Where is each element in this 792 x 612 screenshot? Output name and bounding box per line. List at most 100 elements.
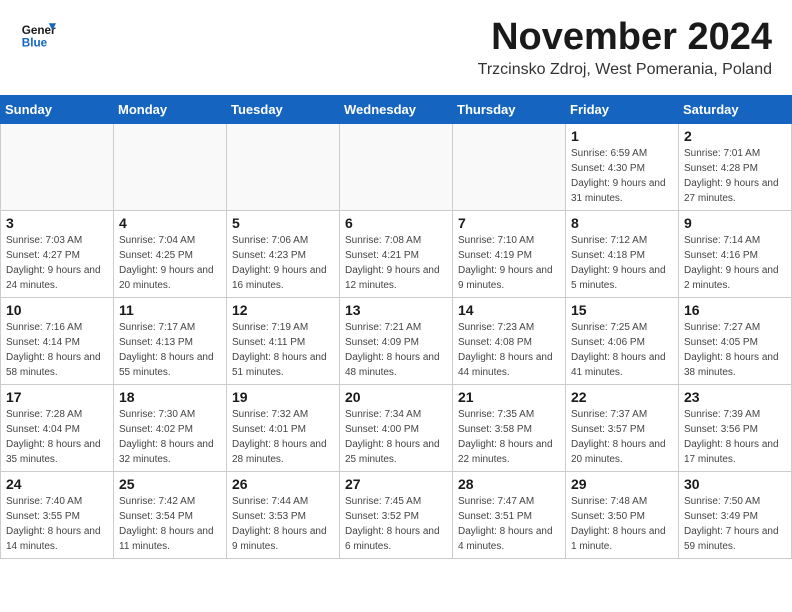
day-info: Sunrise: 7:47 AM Sunset: 3:51 PM Dayligh…	[458, 494, 560, 554]
calendar-day-cell: 8 Sunrise: 7:12 AM Sunset: 4:18 PM Daylig…	[566, 211, 679, 298]
calendar-day-cell: 14 Sunrise: 7:23 AM Sunset: 4:08 PM Dayli…	[453, 298, 566, 385]
day-number: 2	[684, 128, 786, 144]
day-info: Sunrise: 7:50 AM Sunset: 3:49 PM Dayligh…	[684, 494, 786, 554]
day-info: Sunrise: 7:35 AM Sunset: 3:58 PM Dayligh…	[458, 407, 560, 467]
day-info: Sunrise: 7:27 AM Sunset: 4:05 PM Dayligh…	[684, 320, 786, 380]
day-number: 14	[458, 302, 560, 318]
weekday-header-cell: Saturday	[679, 96, 792, 124]
calendar-day-cell: 9Sunrise: 7:14 AM Sunset: 4:16 PM Daylig…	[679, 211, 792, 298]
day-info: Sunrise: 7:04 AM Sunset: 4:25 PM Dayligh…	[119, 233, 221, 293]
calendar-day-cell	[114, 124, 227, 211]
location: Trzcinsko Zdroj, West Pomerania, Poland	[20, 61, 772, 79]
calendar-day-cell: 27 Sunrise: 7:45 AM Sunset: 3:52 PM Dayli…	[340, 472, 453, 559]
calendar-day-cell: 28Sunrise: 7:47 AM Sunset: 3:51 PM Dayli…	[453, 472, 566, 559]
day-number: 15	[571, 302, 673, 318]
calendar-day-cell: 18Sunrise: 7:30 AM Sunset: 4:02 PM Dayli…	[114, 385, 227, 472]
day-number: 17	[6, 389, 108, 405]
calendar-day-cell: 16 Sunrise: 7:27 AM Sunset: 4:05 PM Dayli…	[679, 298, 792, 385]
weekday-header-cell: Friday	[566, 96, 679, 124]
calendar-body: 1 Sunrise: 6:59 AM Sunset: 4:30 PM Daylig…	[1, 124, 792, 559]
calendar-day-cell: 4 Sunrise: 7:04 AM Sunset: 4:25 PM Daylig…	[114, 211, 227, 298]
day-number: 26	[232, 476, 334, 492]
day-info: Sunrise: 7:44 AM Sunset: 3:53 PM Dayligh…	[232, 494, 334, 554]
day-info: Sunrise: 7:37 AM Sunset: 3:57 PM Dayligh…	[571, 407, 673, 467]
day-number: 24	[6, 476, 108, 492]
day-info: Sunrise: 7:34 AM Sunset: 4:00 PM Dayligh…	[345, 407, 447, 467]
calendar-day-cell: 23 Sunrise: 7:39 AM Sunset: 3:56 PM Dayli…	[679, 385, 792, 472]
day-info: Sunrise: 7:25 AM Sunset: 4:06 PM Dayligh…	[571, 320, 673, 380]
day-info: Sunrise: 7:30 AM Sunset: 4:02 PM Dayligh…	[119, 407, 221, 467]
day-info: Sunrise: 7:48 AM Sunset: 3:50 PM Dayligh…	[571, 494, 673, 554]
calendar-day-cell: 6 Sunrise: 7:08 AM Sunset: 4:21 PM Daylig…	[340, 211, 453, 298]
calendar-day-cell	[227, 124, 340, 211]
day-info: Sunrise: 7:28 AM Sunset: 4:04 PM Dayligh…	[6, 407, 108, 467]
calendar-day-cell: 12Sunrise: 7:19 AM Sunset: 4:11 PM Dayli…	[227, 298, 340, 385]
day-number: 20	[345, 389, 447, 405]
calendar-day-cell	[453, 124, 566, 211]
calendar-day-cell: 26 Sunrise: 7:44 AM Sunset: 3:53 PM Dayli…	[227, 472, 340, 559]
calendar-week-row: 10 Sunrise: 7:16 AM Sunset: 4:14 PM Dayli…	[1, 298, 792, 385]
calendar-day-cell: 30 Sunrise: 7:50 AM Sunset: 3:49 PM Dayli…	[679, 472, 792, 559]
day-info: Sunrise: 7:10 AM Sunset: 4:19 PM Dayligh…	[458, 233, 560, 293]
day-number: 9	[684, 215, 786, 231]
calendar-day-cell: 5Sunrise: 7:06 AM Sunset: 4:23 PM Daylig…	[227, 211, 340, 298]
calendar-day-cell: 21 Sunrise: 7:35 AM Sunset: 3:58 PM Dayli…	[453, 385, 566, 472]
day-info: Sunrise: 7:01 AM Sunset: 4:28 PM Dayligh…	[684, 146, 786, 206]
calendar-day-cell: 3 Sunrise: 7:03 AM Sunset: 4:27 PM Daylig…	[1, 211, 114, 298]
day-info: Sunrise: 7:23 AM Sunset: 4:08 PM Dayligh…	[458, 320, 560, 380]
day-info: Sunrise: 7:08 AM Sunset: 4:21 PM Dayligh…	[345, 233, 447, 293]
day-info: Sunrise: 7:40 AM Sunset: 3:55 PM Dayligh…	[6, 494, 108, 554]
calendar-day-cell: 10 Sunrise: 7:16 AM Sunset: 4:14 PM Dayli…	[1, 298, 114, 385]
day-number: 4	[119, 215, 221, 231]
calendar-day-cell: 19 Sunrise: 7:32 AM Sunset: 4:01 PM Dayli…	[227, 385, 340, 472]
day-number: 29	[571, 476, 673, 492]
day-info: Sunrise: 7:42 AM Sunset: 3:54 PM Dayligh…	[119, 494, 221, 554]
day-info: Sunrise: 7:12 AM Sunset: 4:18 PM Dayligh…	[571, 233, 673, 293]
day-number: 1	[571, 128, 673, 144]
calendar-day-cell: 15 Sunrise: 7:25 AM Sunset: 4:06 PM Dayli…	[566, 298, 679, 385]
svg-text:Blue: Blue	[22, 37, 48, 50]
calendar-day-cell: 29 Sunrise: 7:48 AM Sunset: 3:50 PM Dayli…	[566, 472, 679, 559]
day-number: 8	[571, 215, 673, 231]
day-number: 30	[684, 476, 786, 492]
day-number: 6	[345, 215, 447, 231]
calendar-day-cell: 1 Sunrise: 6:59 AM Sunset: 4:30 PM Daylig…	[566, 124, 679, 211]
calendar-day-cell: 11 Sunrise: 7:17 AM Sunset: 4:13 PM Dayli…	[114, 298, 227, 385]
day-info: Sunrise: 7:45 AM Sunset: 3:52 PM Dayligh…	[345, 494, 447, 554]
day-info: Sunrise: 7:32 AM Sunset: 4:01 PM Dayligh…	[232, 407, 334, 467]
day-info: Sunrise: 7:39 AM Sunset: 3:56 PM Dayligh…	[684, 407, 786, 467]
logo-icon: General Blue	[20, 16, 56, 52]
day-number: 13	[345, 302, 447, 318]
day-number: 3	[6, 215, 108, 231]
day-number: 10	[6, 302, 108, 318]
weekday-header-cell: Thursday	[453, 96, 566, 124]
calendar-day-cell: 7Sunrise: 7:10 AM Sunset: 4:19 PM Daylig…	[453, 211, 566, 298]
day-number: 22	[571, 389, 673, 405]
calendar-day-cell: 13Sunrise: 7:21 AM Sunset: 4:09 PM Dayli…	[340, 298, 453, 385]
calendar-week-row: 3 Sunrise: 7:03 AM Sunset: 4:27 PM Daylig…	[1, 211, 792, 298]
calendar-day-cell: 24 Sunrise: 7:40 AM Sunset: 3:55 PM Dayli…	[1, 472, 114, 559]
day-info: Sunrise: 7:16 AM Sunset: 4:14 PM Dayligh…	[6, 320, 108, 380]
calendar-day-cell	[340, 124, 453, 211]
day-number: 16	[684, 302, 786, 318]
weekday-header-cell: Tuesday	[227, 96, 340, 124]
day-info: Sunrise: 7:17 AM Sunset: 4:13 PM Dayligh…	[119, 320, 221, 380]
day-info: Sunrise: 7:03 AM Sunset: 4:27 PM Dayligh…	[6, 233, 108, 293]
calendar-day-cell	[1, 124, 114, 211]
month-title: November 2024	[20, 16, 772, 59]
weekday-header-cell: Wednesday	[340, 96, 453, 124]
day-number: 23	[684, 389, 786, 405]
calendar-week-row: 1 Sunrise: 6:59 AM Sunset: 4:30 PM Daylig…	[1, 124, 792, 211]
day-info: Sunrise: 6:59 AM Sunset: 4:30 PM Dayligh…	[571, 146, 673, 206]
calendar-header-row: SundayMondayTuesdayWednesdayThursdayFrid…	[1, 96, 792, 124]
calendar-day-cell: 22 Sunrise: 7:37 AM Sunset: 3:57 PM Dayli…	[566, 385, 679, 472]
day-number: 21	[458, 389, 560, 405]
day-number: 11	[119, 302, 221, 318]
day-number: 19	[232, 389, 334, 405]
calendar-day-cell: 20 Sunrise: 7:34 AM Sunset: 4:00 PM Dayli…	[340, 385, 453, 472]
day-number: 12	[232, 302, 334, 318]
calendar-week-row: 17 Sunrise: 7:28 AM Sunset: 4:04 PM Dayli…	[1, 385, 792, 472]
day-number: 25	[119, 476, 221, 492]
day-number: 5	[232, 215, 334, 231]
day-number: 27	[345, 476, 447, 492]
